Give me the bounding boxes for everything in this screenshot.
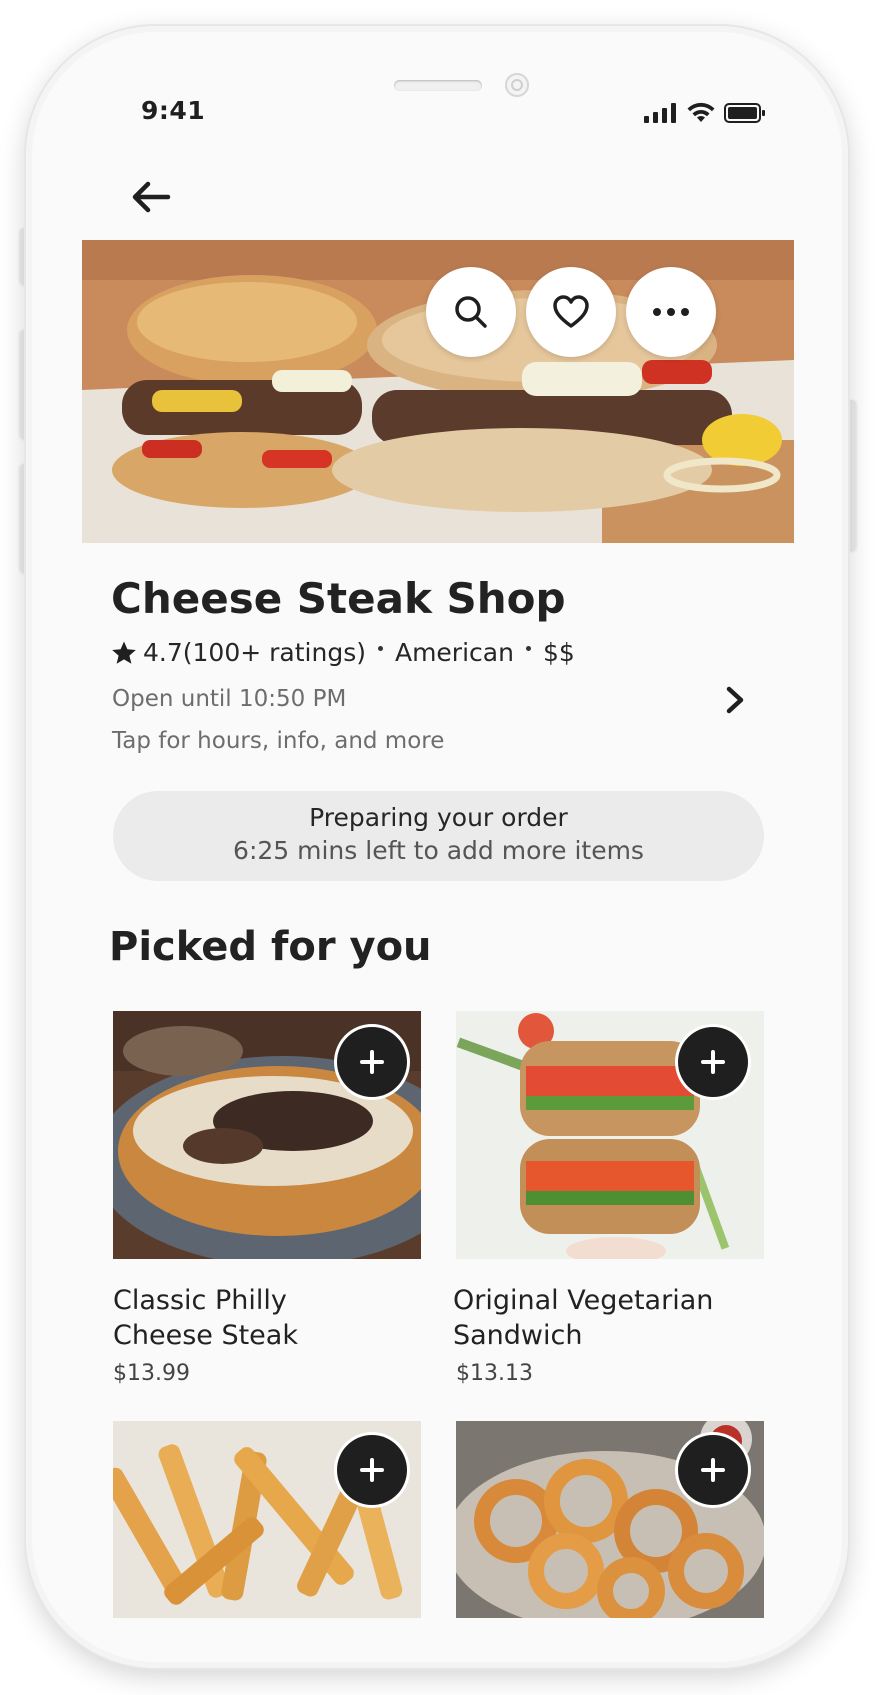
- menu-item-name-line1: Classic Philly: [113, 1285, 287, 1316]
- restaurant-meta: 4.7 (100+ ratings) American $$: [111, 638, 575, 667]
- price-level: $$: [542, 638, 575, 667]
- rating-value: 4.7: [143, 638, 183, 667]
- plus-icon: [360, 1458, 384, 1482]
- menu-item-name-line1: Original Vegetarian: [453, 1285, 714, 1316]
- menu-item-name: Original Vegetarian Sandwich: [453, 1283, 773, 1353]
- plus-icon: [360, 1050, 384, 1074]
- favorite-button[interactable]: [526, 267, 616, 357]
- phone-camera: [505, 73, 529, 97]
- battery-icon: [724, 103, 765, 123]
- menu-item-card[interactable]: Original Vegetarian Sandwich $13.13: [453, 1011, 764, 1386]
- separator-dot: [377, 646, 383, 651]
- plus-icon: [701, 1458, 725, 1482]
- arrow-left-icon: [132, 181, 171, 213]
- more-horizontal-icon: [653, 308, 689, 316]
- star-icon: [112, 641, 136, 664]
- order-status-banner[interactable]: Preparing your order 6:25 mins left to a…: [113, 791, 764, 881]
- add-item-button[interactable]: [678, 1435, 748, 1505]
- separator-dot: [525, 646, 531, 651]
- order-status-title: Preparing your order: [309, 803, 568, 832]
- add-item-button[interactable]: [337, 1435, 407, 1505]
- search-icon: [455, 296, 487, 328]
- back-button[interactable]: [124, 170, 178, 224]
- search-button[interactable]: [426, 267, 516, 357]
- menu-item-price: $13.13: [456, 1361, 533, 1386]
- phone-speaker: [394, 80, 482, 91]
- menu-item-name: Classic Philly Cheese Steak: [113, 1283, 433, 1353]
- menu-item-card[interactable]: [456, 1421, 764, 1618]
- plus-icon: [701, 1050, 725, 1074]
- status-icons: [644, 102, 766, 124]
- menu-item-card[interactable]: [113, 1421, 421, 1618]
- chevron-right-icon: [726, 686, 744, 714]
- ratings-count: (100+ ratings): [182, 638, 366, 667]
- menu-item-price: $13.99: [113, 1361, 190, 1386]
- restaurant-name: Cheese Steak Shop: [111, 574, 566, 623]
- menu-item-name-line2: Sandwich: [453, 1320, 583, 1351]
- info-hint[interactable]: Tap for hours, info, and more: [112, 728, 444, 754]
- restaurant-info-button[interactable]: [720, 682, 750, 718]
- more-options-button[interactable]: [626, 267, 716, 357]
- add-item-button[interactable]: [337, 1027, 407, 1097]
- menu-item-card[interactable]: Classic Philly Cheese Steak $13.99: [113, 1011, 421, 1386]
- wifi-icon: [687, 102, 715, 122]
- menu-item-name-line2: Cheese Steak: [113, 1320, 298, 1351]
- order-status-subtitle: 6:25 mins left to add more items: [233, 836, 644, 865]
- opening-hours: Open until 10:50 PM: [112, 686, 347, 712]
- section-title: Picked for you: [109, 924, 432, 970]
- cuisine-label: American: [394, 638, 514, 667]
- heart-icon: [553, 295, 589, 328]
- add-item-button[interactable]: [678, 1027, 748, 1097]
- status-time: 9:41: [141, 96, 206, 125]
- cellular-signal-icon: [644, 103, 676, 123]
